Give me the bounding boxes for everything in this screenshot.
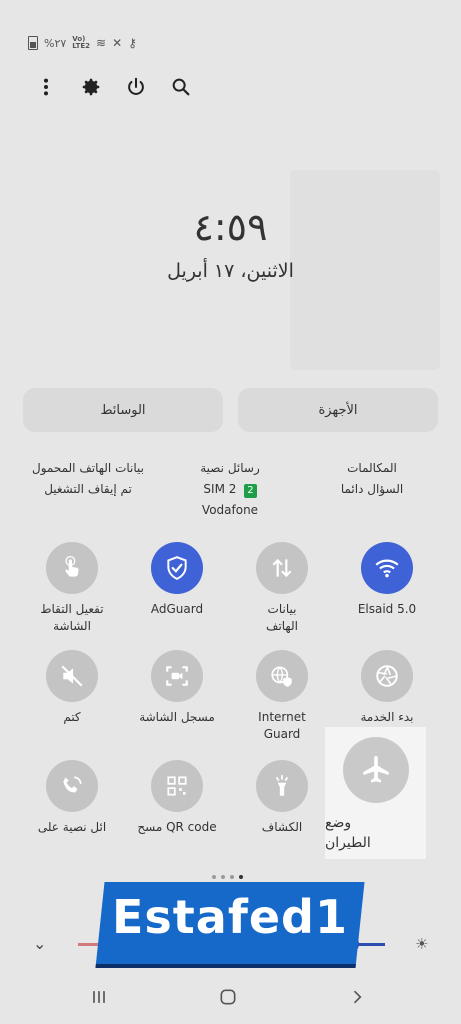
aperture-icon [361, 650, 413, 702]
tile-label: AdGuard [150, 602, 204, 616]
sms-info[interactable]: رسائل نصية SIM 2 2 Vodafone [160, 458, 300, 521]
mute-icon [46, 650, 98, 702]
tile-label: Internet Guard [258, 710, 306, 741]
media-tab[interactable]: الوسائط [23, 388, 223, 432]
watermark-logo: Estafed1 [95, 882, 365, 968]
battery-percent: %٢٧ [44, 36, 67, 50]
tile-flashlight[interactable]: الكشاف [232, 760, 332, 836]
key-icon: ⚷ [128, 36, 137, 50]
mobile-data-title: بيانات الهاتف المحمول [31, 461, 144, 475]
power-icon[interactable] [122, 73, 150, 101]
tile-mute[interactable]: كتم [22, 650, 122, 726]
shield-check-icon [151, 542, 203, 594]
recents-icon[interactable] [84, 985, 114, 1009]
touch-icon [46, 542, 98, 594]
globe-shield-icon [256, 650, 308, 702]
screen-record-icon [151, 650, 203, 702]
tile-internet-guard[interactable]: Internet Guard [232, 650, 332, 743]
airplane-icon [342, 737, 409, 803]
tile-label: الكشاف [261, 820, 303, 834]
back-icon[interactable] [342, 985, 372, 1009]
calls-title: المكالمات [347, 461, 397, 475]
sms-carrier: Vodafone [201, 503, 259, 517]
tile-label: ائل نصية على [37, 820, 107, 834]
data-arrows-icon [256, 542, 308, 594]
tile-label: تفعيل التقاط الشاشة [40, 602, 104, 633]
sim-badge: 2 [244, 484, 257, 498]
tile-mobile-data[interactable]: بيانات الهاتف [232, 542, 332, 635]
mobile-data-info[interactable]: بيانات الهاتف المحمول تم إيقاف التشغيل [18, 458, 158, 500]
tile-screen-recorder[interactable]: مسجل الشاشة [127, 650, 227, 726]
calls-value: السؤال دائما [340, 482, 404, 496]
wifi-status-icon: ≋ [96, 36, 107, 50]
tile-label: بيانات الهاتف [266, 602, 298, 633]
phone-sync-icon [46, 760, 98, 812]
tile-label: مسجل الشاشة [139, 710, 215, 724]
sms-title: رسائل نصية [200, 461, 260, 475]
calls-info[interactable]: المكالمات السؤال دائما [302, 458, 442, 500]
tile-label: بدء الخدمة [360, 710, 414, 724]
tile-label: كتم [63, 710, 81, 724]
tile-label: وضع الطيران [325, 815, 371, 851]
volte-icon: Vo) LTE2 [72, 35, 91, 50]
tile-sms-on[interactable]: ائل نصية على [22, 760, 122, 836]
battery-icon [28, 36, 38, 50]
flashlight-icon [256, 760, 308, 812]
more-options-icon[interactable] [32, 73, 60, 101]
clock-date: الاثنين، ١٧ أبريل [167, 260, 294, 282]
mute-status-icon: ✕ [112, 36, 123, 50]
status-bar: %٢٧ Vo) LTE2 ≋ ✕ ⚷ [28, 36, 137, 50]
tile-label: Elsaid 5.0 [357, 602, 417, 616]
watermark-text: Estafed1 [112, 890, 348, 944]
sun-icon: ☀ [415, 935, 429, 953]
tile-qr-scan[interactable]: مسح QR code [127, 760, 227, 836]
qr-code-icon [151, 760, 203, 812]
wifi-icon [361, 542, 413, 594]
home-icon[interactable] [213, 985, 243, 1009]
tile-airplane-mode[interactable]: وضع الطيران [325, 727, 426, 859]
search-icon[interactable] [167, 73, 195, 101]
tile-adguard[interactable]: AdGuard [127, 542, 227, 618]
tile-start-service[interactable]: بدء الخدمة [337, 650, 437, 726]
tile-label: مسح QR code [137, 820, 217, 834]
tile-tap-capture[interactable]: تفعيل التقاط الشاشة [22, 542, 122, 635]
chevron-down-icon[interactable]: ⌄ [33, 934, 46, 953]
gear-icon[interactable] [77, 73, 105, 101]
clock-time: ٤:٥٩ [193, 205, 268, 249]
mobile-data-value: تم إيقاف التشغيل [44, 482, 132, 496]
devices-tab[interactable]: الأجهزة [238, 388, 438, 432]
tile-wifi[interactable]: Elsaid 5.0 [337, 542, 437, 618]
sms-sim: SIM 2 [203, 482, 237, 496]
page-indicator [212, 875, 243, 879]
